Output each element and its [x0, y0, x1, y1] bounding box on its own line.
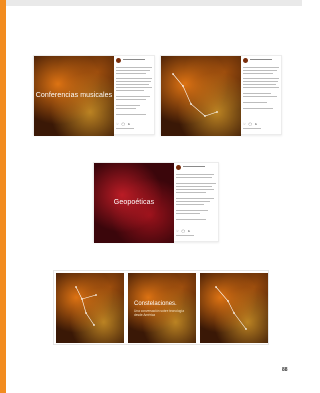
caption-line: [243, 96, 277, 97]
orange-page-edge: [0, 0, 6, 393]
avatar: [243, 58, 248, 63]
grid-tile-constellation-left: [56, 273, 124, 343]
username-line: [123, 59, 145, 60]
caption-line: [176, 213, 200, 214]
likes-line: [116, 128, 134, 129]
post-action-icons[interactable]: ♡ ◯ ➤: [243, 122, 258, 126]
instagram-post-conferencias: Conferencias musicales ♡ ◯ ➤: [33, 55, 156, 136]
grid-tile-constellation-right: [200, 273, 268, 343]
caption-line: [243, 102, 267, 103]
caption-line: [243, 78, 279, 79]
likes-line: [243, 128, 261, 129]
grid-title: Constelaciones.: [134, 301, 177, 307]
caption-line: [243, 73, 273, 74]
instagram-grid-constelaciones: Constelaciones. Una conversación sobre t…: [53, 270, 269, 345]
avatar: [116, 58, 121, 63]
post-image-nebula: Conferencias musicales: [34, 56, 114, 136]
caption-line: [176, 189, 214, 190]
post-image-nebula: [161, 56, 241, 136]
page-number: 88: [282, 367, 288, 373]
username-line: [250, 59, 272, 60]
caption-line: [116, 105, 140, 106]
caption-line: [243, 87, 279, 88]
caption-line: [116, 114, 146, 115]
post-action-icons[interactable]: ♡ ◯ ➤: [116, 122, 131, 126]
caption-line: [116, 90, 144, 91]
grid-subtitle: Una conversación sobre tecnología desde …: [134, 309, 184, 317]
likes-line: [176, 235, 194, 236]
post-sidebar: ♡ ◯ ➤: [174, 163, 220, 243]
caption-line: [243, 67, 279, 68]
caption-line: [116, 78, 152, 79]
post-sidebar: ♡ ◯ ➤: [114, 56, 156, 136]
caption-line: [176, 198, 214, 199]
caption-line: [176, 177, 212, 178]
avatar: [176, 165, 181, 170]
caption-line: [243, 84, 276, 85]
constellation-drawing: [172, 73, 218, 117]
post-image-red-nebula: Geopoéticas: [94, 163, 174, 243]
post-sidebar: ♡ ◯ ➤: [241, 56, 283, 136]
grid-tile-title: Constelaciones. Una conversación sobre t…: [128, 273, 196, 343]
post-action-icons[interactable]: ♡ ◯ ➤: [176, 229, 191, 233]
caption-line: [176, 219, 206, 220]
caption-line: [116, 99, 146, 100]
post-image-title: Conferencias musicales: [35, 92, 113, 99]
caption-line: [176, 201, 210, 202]
caption-line: [176, 204, 204, 205]
post-image-title: Geopoéticas: [113, 199, 155, 206]
caption-line: [243, 93, 271, 94]
caption-line: [176, 192, 206, 193]
caption-line: [243, 81, 278, 82]
caption-line: [176, 174, 214, 175]
caption-line: [116, 81, 151, 82]
caption-line: [176, 183, 216, 184]
caption-line: [116, 70, 150, 71]
caption-line: [176, 210, 208, 211]
caption-line: [116, 108, 136, 109]
instagram-post-constellation: ♡ ◯ ➤: [160, 55, 283, 136]
caption-line: [116, 87, 152, 88]
caption-line: [243, 108, 273, 109]
caption-line: [176, 186, 212, 187]
top-gray-band: [6, 0, 302, 6]
instagram-post-geopoeticas: Geopoéticas ♡ ◯ ➤: [93, 162, 220, 243]
caption-line: [116, 84, 149, 85]
caption-line: [116, 67, 152, 68]
caption-line: [116, 96, 150, 97]
constellation-drawing: [75, 286, 97, 326]
constellation-drawing: [215, 286, 247, 330]
username-line: [183, 166, 205, 167]
caption-line: [243, 70, 277, 71]
caption-line: [116, 73, 146, 74]
